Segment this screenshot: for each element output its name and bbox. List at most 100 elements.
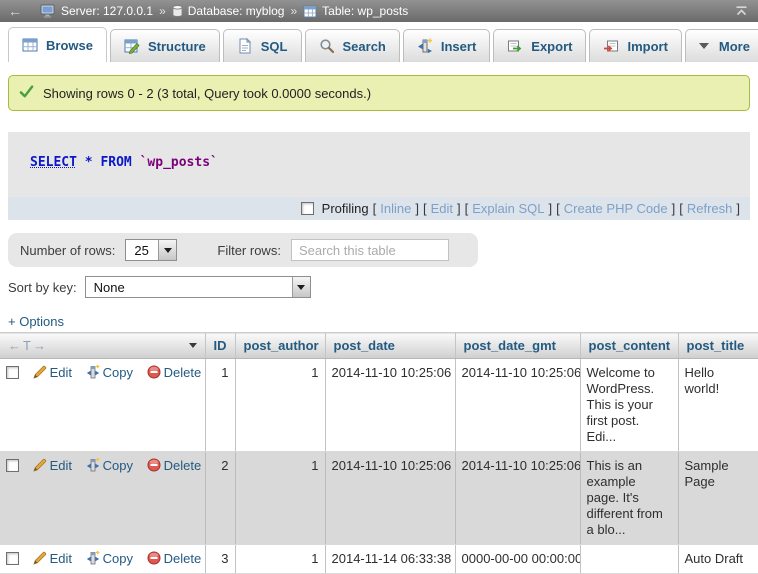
edit-link[interactable]: Edit	[33, 365, 72, 380]
edit-link[interactable]: Edit	[33, 458, 72, 473]
delete-link[interactable]: Delete	[147, 551, 202, 566]
row-actions-cell: Edit Copy Delete	[0, 359, 205, 452]
cell-post-title[interactable]: Sample Page	[678, 452, 758, 545]
cell-post-date-gmt[interactable]: 2014-11-10 10:25:06	[455, 452, 580, 545]
tab-more[interactable]: More	[685, 29, 758, 62]
column-header-post-title[interactable]: post_title	[678, 333, 758, 359]
tab-export[interactable]: Export	[493, 29, 586, 62]
row-actions-cell: Edit Copy Delete	[0, 545, 205, 574]
row-checkbox[interactable]	[6, 459, 19, 472]
row-checkbox[interactable]	[6, 366, 19, 379]
tab-search[interactable]: Search	[305, 29, 400, 62]
table-header-row: ←T→ ID post_author post_date post_date_g…	[0, 333, 758, 359]
breadcrumb-separator: »	[290, 4, 297, 18]
sort-by-key-value: None	[86, 280, 133, 295]
server-icon	[40, 4, 56, 19]
inline-link[interactable]: Inline	[380, 201, 411, 216]
delete-icon	[147, 551, 161, 565]
chevron-down-icon	[699, 43, 709, 49]
row-checkbox[interactable]	[6, 552, 19, 565]
browse-icon	[22, 37, 38, 53]
rows-filter-bar: Number of rows: 25 Filter rows:	[8, 233, 478, 267]
delete-link[interactable]: Delete	[147, 365, 202, 380]
sql-keyword-from: FROM	[100, 155, 131, 170]
tab-label: Browse	[46, 38, 93, 53]
import-icon	[603, 38, 619, 54]
copy-link[interactable]: Copy	[86, 458, 133, 473]
breadcrumb-server[interactable]: Server: 127.0.0.1	[40, 4, 153, 19]
delete-icon	[147, 365, 161, 379]
delete-link[interactable]: Delete	[147, 458, 202, 473]
transpose-control-icon[interactable]: ←T→	[8, 338, 48, 353]
breadcrumb-server-label: Server: 127.0.0.1	[61, 4, 153, 18]
profiling-label[interactable]: Profiling	[322, 201, 369, 216]
edit-link[interactable]: Edit	[33, 551, 72, 566]
rows-per-page-value: 25	[126, 243, 156, 258]
bracket: ]	[549, 201, 553, 216]
column-header-post-author[interactable]: post_author	[235, 333, 325, 359]
database-icon	[172, 4, 183, 18]
explain-sql-link[interactable]: Explain SQL	[472, 201, 544, 216]
create-php-code-link[interactable]: Create PHP Code	[564, 201, 668, 216]
sql-keyword-select[interactable]: SELECT	[30, 155, 77, 170]
results-table: ←T→ ID post_author post_date post_date_g…	[0, 332, 758, 574]
cell-post-date[interactable]: 2014-11-10 10:25:06	[325, 359, 455, 452]
cell-post-title[interactable]: Hello world!	[678, 359, 758, 452]
bracket: ]	[736, 201, 740, 216]
profiling-checkbox[interactable]	[301, 202, 314, 215]
tab-label: Import	[627, 39, 667, 54]
back-arrow-icon[interactable]: ←	[8, 3, 22, 19]
insert-icon	[417, 38, 433, 54]
bracket: [	[373, 201, 377, 216]
cell-post-date[interactable]: 2014-11-10 10:25:06	[325, 452, 455, 545]
sort-by-key-select[interactable]: None	[85, 276, 311, 298]
bracket: [	[423, 201, 427, 216]
copy-icon	[86, 365, 100, 379]
breadcrumb-table[interactable]: Table: wp_posts	[303, 4, 408, 18]
cell-post-date-gmt[interactable]: 2014-11-10 10:25:06	[455, 359, 580, 452]
cell-post-content[interactable]: This is an example page. It's different …	[580, 452, 678, 545]
tab-sql[interactable]: SQL	[223, 29, 302, 62]
sort-bar: Sort by key: None	[8, 276, 750, 298]
tab-structure[interactable]: Structure	[110, 29, 220, 62]
table-row: Edit Copy Delete 1 1 2014-11-10 10:25:06…	[0, 359, 758, 452]
copy-link[interactable]: Copy	[86, 365, 133, 380]
edit-query-link[interactable]: Edit	[431, 201, 453, 216]
column-header-post-content[interactable]: post_content	[580, 333, 678, 359]
row-actions-cell: Edit Copy Delete	[0, 452, 205, 545]
breadcrumb-database-label: Database: myblog	[188, 4, 285, 18]
rows-per-page-select[interactable]: 25	[125, 239, 177, 261]
options-toggle-link[interactable]: + Options	[8, 314, 64, 329]
refresh-link[interactable]: Refresh	[687, 201, 733, 216]
collapse-menubar-icon[interactable]	[735, 6, 748, 16]
tab-label: Structure	[148, 39, 206, 54]
column-header-post-date-gmt[interactable]: post_date_gmt	[455, 333, 580, 359]
cell-post-author[interactable]: 1	[235, 359, 325, 452]
column-header-post-date[interactable]: post_date	[325, 333, 455, 359]
tab-insert[interactable]: Insert	[403, 29, 490, 62]
cell-post-title[interactable]: Auto Draft	[678, 545, 758, 574]
cell-post-date-gmt[interactable]: 0000-00-00 00:00:00	[455, 545, 580, 574]
column-header-id[interactable]: ID	[205, 333, 235, 359]
cell-post-author[interactable]: 1	[235, 545, 325, 574]
filter-rows-input[interactable]	[291, 239, 449, 261]
tab-browse[interactable]: Browse	[8, 27, 107, 62]
copy-link[interactable]: Copy	[86, 551, 133, 566]
column-options-caret-icon[interactable]	[189, 343, 197, 348]
breadcrumb-separator: »	[159, 4, 166, 18]
breadcrumb-database[interactable]: Database: myblog	[172, 4, 285, 18]
pencil-icon	[33, 458, 47, 472]
export-icon	[507, 38, 523, 54]
tab-import[interactable]: Import	[589, 29, 681, 62]
cell-post-date[interactable]: 2014-11-14 06:33:38	[325, 545, 455, 574]
search-icon	[319, 38, 335, 54]
bracket: ]	[415, 201, 419, 216]
table-row: Edit Copy Delete 2 1 2014-11-10 10:25:06…	[0, 452, 758, 545]
cell-post-content[interactable]	[580, 545, 678, 574]
bracket: [	[679, 201, 683, 216]
sql-toolbar: Profiling [ Inline ] [ Edit ] [ Explain …	[8, 197, 750, 220]
cell-post-author[interactable]: 1	[235, 452, 325, 545]
cell-post-content[interactable]: Welcome to WordPress. This is your first…	[580, 359, 678, 452]
sql-star: *	[85, 155, 93, 170]
sql-icon	[237, 38, 253, 54]
